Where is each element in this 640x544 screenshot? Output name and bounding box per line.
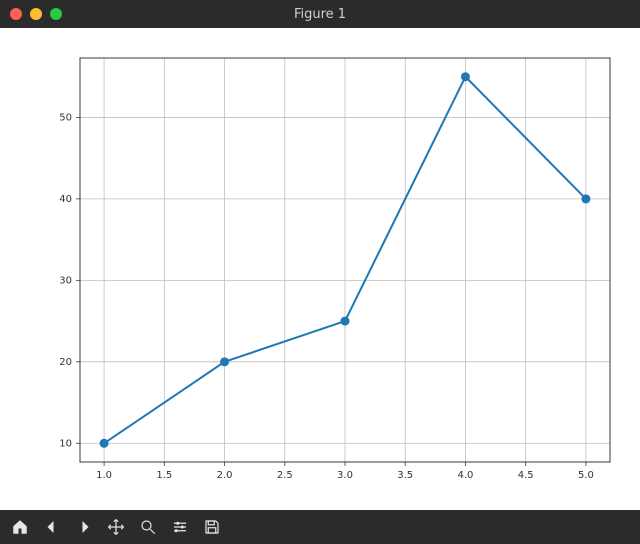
- close-icon[interactable]: [10, 8, 22, 20]
- titlebar: Figure 1: [0, 0, 640, 28]
- x-tick-label: 1.5: [156, 470, 172, 481]
- x-tick-label: 3.5: [397, 470, 413, 481]
- x-tick-label: 4.0: [458, 470, 474, 481]
- zoom-button[interactable]: [132, 512, 164, 542]
- line-chart: 1.0 1.5 2.0 2.5 3.0 3.5 4.0 4.5 5.0 10 20 30 40 50: [0, 28, 640, 510]
- y-tick-label: 30: [59, 275, 72, 286]
- window-title: Figure 1: [294, 7, 346, 22]
- plot-area[interactable]: 1.0 1.5 2.0 2.5 3.0 3.5 4.0 4.5 5.0 10 20 30 40 50: [0, 28, 640, 510]
- x-tick-label: 2.5: [277, 470, 293, 481]
- y-tick-label: 10: [59, 438, 72, 449]
- data-marker: [581, 194, 590, 203]
- pan-button[interactable]: [100, 512, 132, 542]
- sliders-icon: [171, 518, 189, 536]
- data-marker: [100, 439, 109, 448]
- forward-button[interactable]: [68, 512, 100, 542]
- data-marker: [461, 72, 470, 81]
- arrow-left-icon: [43, 518, 61, 536]
- save-icon: [203, 518, 221, 536]
- data-marker: [220, 357, 229, 366]
- home-button[interactable]: [4, 512, 36, 542]
- y-tick-label: 50: [59, 112, 72, 123]
- zoom-window-icon[interactable]: [50, 8, 62, 20]
- minimize-icon[interactable]: [30, 8, 42, 20]
- figure-window: Figure 1 1.0 1.5 2.0 2.5 3.0 3.5 4.0 4.5 5.0 10 20…: [0, 0, 640, 544]
- back-button[interactable]: [36, 512, 68, 542]
- magnify-icon: [139, 518, 157, 536]
- y-tick-label: 40: [59, 194, 72, 205]
- x-tick-label: 3.0: [337, 470, 353, 481]
- y-tick-label: 20: [59, 357, 72, 368]
- move-icon: [107, 518, 125, 536]
- x-tick-label: 2.0: [217, 470, 233, 481]
- save-button[interactable]: [196, 512, 228, 542]
- home-icon: [11, 518, 29, 536]
- data-marker: [341, 317, 350, 326]
- x-tick-label: 5.0: [578, 470, 594, 481]
- x-tick-label: 1.0: [96, 470, 112, 481]
- x-tick-label: 4.5: [518, 470, 534, 481]
- arrow-right-icon: [75, 518, 93, 536]
- mpl-toolbar: [0, 510, 640, 544]
- window-controls: [10, 8, 62, 20]
- configure-button[interactable]: [164, 512, 196, 542]
